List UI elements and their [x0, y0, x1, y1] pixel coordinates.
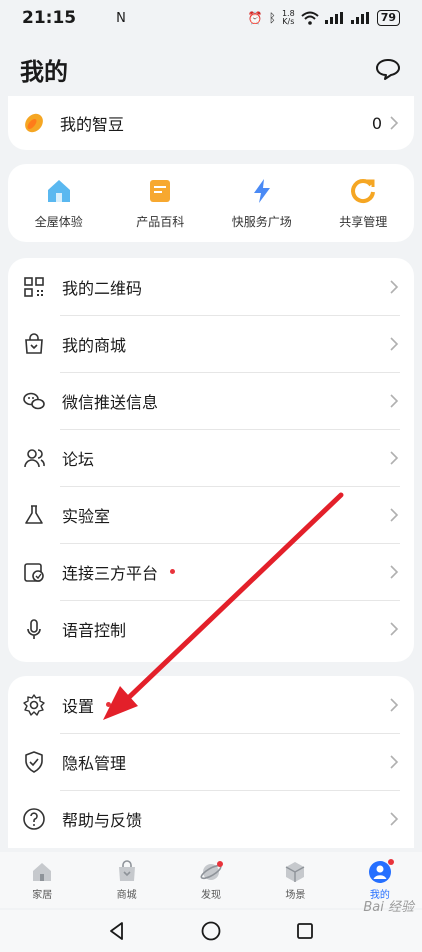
message-icon[interactable] [374, 55, 402, 83]
people-icon [24, 448, 45, 467]
page-title: 我的 [20, 57, 68, 86]
bluetooth-icon: ᛒ [268, 11, 276, 25]
gear-icon [23, 693, 45, 716]
menu-item-help[interactable]: 帮助与反馈 [8, 790, 414, 847]
speed-unit: K/s [282, 17, 295, 26]
bean-count: 0 [371, 113, 382, 133]
settings-menu: 设置 隐私管理 帮助与反馈 [8, 676, 414, 848]
tab-label: 场景 [285, 889, 306, 901]
chevron-right-icon [390, 279, 399, 294]
menu-item-lab[interactable]: 实验室 [8, 486, 414, 543]
recent-apps-icon[interactable] [294, 920, 316, 942]
document-icon [150, 179, 171, 202]
menu-item-label: 我的二维码 [62, 278, 143, 298]
chevron-right-icon [390, 621, 399, 636]
signal-icon-2 [350, 12, 369, 24]
chevron-right-icon [390, 116, 399, 130]
home-circle-icon[interactable] [200, 920, 222, 942]
quick-item-service-plaza[interactable]: 快服务广场 [211, 164, 313, 242]
menu-item-forum[interactable]: 论坛 [8, 429, 414, 486]
menu-item-label: 论坛 [62, 449, 95, 469]
flask-icon [25, 504, 43, 524]
menu-item-label: 连接三方平台 [62, 563, 159, 583]
notification-dot [387, 859, 394, 865]
tab-scene[interactable]: 场景 [253, 852, 337, 908]
share-icon [351, 178, 376, 203]
status-time: 21:15 [22, 8, 77, 28]
quick-item-encyclopedia[interactable]: 产品百科 [110, 164, 212, 242]
shield-icon [25, 750, 43, 773]
status-right: ⏰ ᛒ 1.8 K/s 79 [248, 10, 400, 26]
tab-label: 家居 [32, 889, 53, 901]
bean-icon [25, 113, 43, 133]
home-icon [33, 862, 52, 881]
notification-dot [170, 569, 176, 574]
battery-indicator: 79 [376, 10, 400, 26]
quick-label: 全屋体验 [34, 214, 83, 229]
house-icon [47, 179, 70, 202]
shopping-bag-icon [25, 332, 43, 354]
tab-mall[interactable]: 商城 [84, 852, 168, 908]
menu-item-label: 帮助与反馈 [62, 810, 143, 830]
bottom-tab-bar: 家居 商城 发现 场景 我的 [0, 852, 422, 908]
wechat-icon [23, 392, 45, 409]
menu-item-label: 语音控制 [62, 620, 127, 640]
chevron-right-icon [390, 450, 399, 465]
menu-item-wechat-push[interactable]: 微信推送信息 [8, 372, 414, 429]
microphone-icon [27, 618, 41, 639]
status-bar: 21:15 N ⏰ ᛒ 1.8 K/s 79 [0, 0, 422, 36]
bean-row[interactable]: 我的智豆 0 [8, 96, 414, 150]
quick-label: 共享管理 [339, 214, 388, 229]
lightning-icon [253, 178, 270, 203]
network-speed: 1.8 K/s [282, 10, 295, 26]
notification-dot [217, 861, 224, 867]
quick-services: 全屋体验 产品百科 快服务广场 共享管理 [8, 164, 414, 242]
menu-item-voice-control[interactable]: 语音控制 [8, 600, 414, 657]
menu-item-label: 我的商城 [62, 335, 127, 355]
main-menu: 我的二维码 我的商城 微信推送信息 论坛 实验室 连接三方平台 语音控制 [8, 258, 414, 662]
cube-icon [286, 861, 305, 882]
tab-discover[interactable]: 发现 [169, 852, 253, 908]
chevron-right-icon [390, 697, 399, 712]
bean-label: 我的智豆 [60, 115, 125, 134]
menu-item-label: 隐私管理 [62, 753, 127, 773]
menu-item-label: 设置 [62, 696, 95, 716]
chevron-right-icon [390, 393, 399, 408]
shopping-bag-icon [118, 859, 135, 881]
wifi-icon [301, 11, 319, 25]
menu-item-qrcode[interactable]: 我的二维码 [8, 258, 414, 315]
chevron-right-icon [390, 564, 399, 579]
watermark: Bai 经验 [363, 900, 414, 915]
tab-label: 发现 [201, 889, 222, 901]
quick-item-whole-house[interactable]: 全屋体验 [8, 164, 110, 242]
chevron-right-icon [390, 336, 399, 351]
qrcode-icon [24, 276, 44, 297]
page-header: 我的 [0, 44, 422, 94]
alarm-icon: ⏰ [247, 11, 263, 25]
tab-label: 商城 [116, 889, 137, 901]
notification-dot [106, 702, 112, 707]
link-platform-icon [24, 562, 44, 582]
menu-item-settings[interactable]: 设置 [8, 676, 414, 733]
tab-home[interactable]: 家居 [0, 852, 84, 908]
menu-item-third-party[interactable]: 连接三方平台 [8, 543, 414, 600]
signal-icon [324, 12, 343, 24]
menu-item-privacy[interactable]: 隐私管理 [8, 733, 414, 790]
quick-label: 产品百科 [136, 214, 185, 229]
nfc-icon: N [116, 10, 126, 26]
chevron-right-icon [390, 811, 399, 826]
chevron-right-icon [390, 507, 399, 522]
menu-item-label: 微信推送信息 [62, 392, 159, 412]
quick-label: 快服务广场 [231, 214, 292, 229]
chevron-right-icon [390, 754, 399, 769]
system-nav-bar [0, 910, 422, 952]
menu-item-mall[interactable]: 我的商城 [8, 315, 414, 372]
quick-item-share-manage[interactable]: 共享管理 [313, 164, 415, 242]
help-icon [23, 807, 45, 830]
back-icon[interactable] [106, 920, 128, 942]
menu-item-label: 实验室 [62, 506, 111, 526]
